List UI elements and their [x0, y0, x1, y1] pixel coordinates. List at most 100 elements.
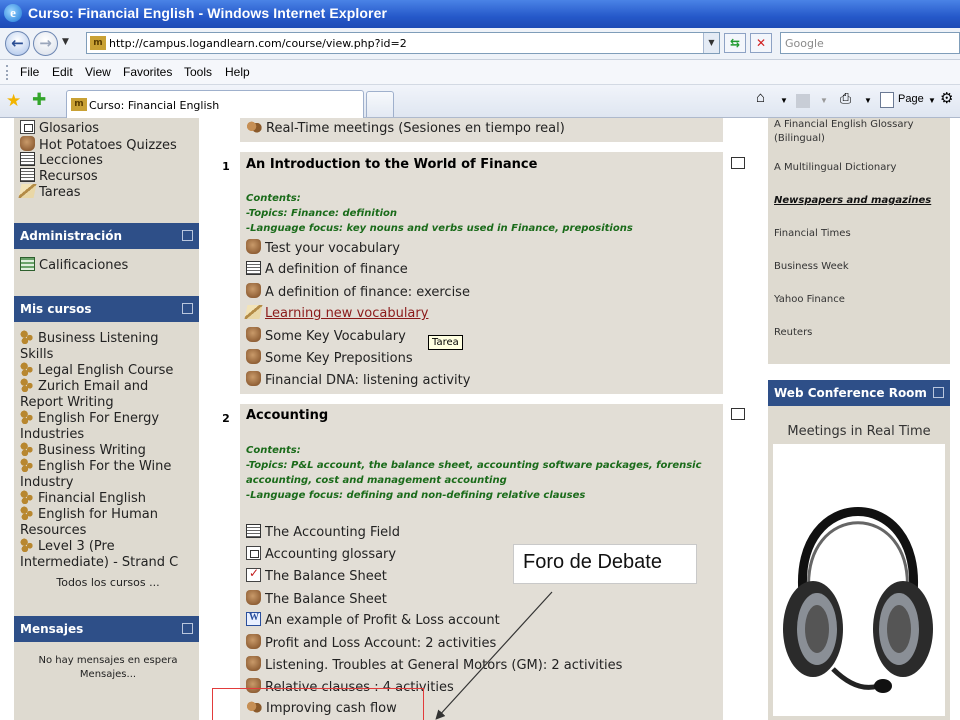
activity-item[interactable]: A definition of finance: exercise [246, 283, 470, 300]
course-item[interactable]: English for Human Resources [20, 506, 196, 539]
course-item[interactable]: Business Writing [20, 442, 196, 459]
activity-type-glosarios[interactable]: Glosarios [20, 120, 196, 137]
activity-label: Learning new vocabulary [265, 306, 429, 321]
activity-item[interactable]: Some Key Prepositions [246, 349, 413, 366]
print-dropdown-icon[interactable]: ▼ [864, 96, 872, 105]
menu-help[interactable]: Help [225, 65, 250, 79]
menu-favorites[interactable]: Favorites [123, 65, 172, 79]
toolbar-grip[interactable] [6, 65, 9, 80]
tab-title: Curso: Financial English [89, 99, 220, 112]
section-1-right-cell [723, 152, 755, 404]
headset-illustration [783, 507, 933, 693]
hotpot-icon [246, 656, 261, 671]
menu-file[interactable]: File [20, 65, 39, 79]
history-dropdown-icon[interactable]: ▼ [62, 37, 69, 47]
collapse-icon[interactable] [933, 387, 944, 398]
address-dropdown-icon[interactable]: ▼ [703, 33, 719, 53]
activity-type-label: Lecciones [39, 153, 103, 168]
collapse-icon[interactable] [182, 303, 193, 314]
meeting-label[interactable]: Meetings in Real Time [768, 424, 950, 439]
course-label: Zurich Email and [38, 379, 149, 394]
forward-button[interactable]: → [33, 31, 58, 56]
headset-image[interactable] [773, 444, 945, 716]
activity-item[interactable]: An example of Profit & Loss account [246, 612, 500, 628]
activity-item[interactable]: The Balance Sheet [246, 566, 387, 584]
activity-item[interactable]: Test your vocabulary [246, 239, 400, 256]
course-label-cont: Skills [20, 347, 54, 362]
feeds-icon[interactable] [796, 94, 810, 108]
admin-item-calificaciones[interactable]: Calificaciones [20, 257, 196, 274]
activity-item[interactable]: Financial DNA: listening activity [246, 371, 470, 388]
link-yahoo-finance[interactable]: Yahoo Finance [774, 293, 946, 307]
activity-label: The Balance Sheet [265, 569, 387, 584]
add-favorite-icon[interactable]: ✚ [32, 90, 46, 110]
forum-callout: Foro de Debate [513, 544, 697, 584]
course-icon [20, 506, 34, 520]
course-item[interactable]: Legal English Course [20, 362, 196, 379]
search-box[interactable] [780, 32, 960, 54]
activity-label: Accounting glossary [265, 547, 397, 562]
favorites-star-icon[interactable]: ★ [6, 91, 21, 111]
search-input[interactable] [785, 34, 955, 52]
window-titlebar: e Curso: Financial English - Windows Int… [0, 0, 960, 28]
activity-label: A definition of finance [265, 262, 408, 277]
course-item[interactable]: Financial English [20, 490, 196, 507]
feeds-dropdown-icon[interactable]: ▼ [820, 96, 828, 105]
hotpot-icon [20, 136, 35, 151]
activity-type-lecciones[interactable]: Lecciones [20, 152, 196, 169]
activity-item[interactable]: The Accounting Field [246, 524, 400, 540]
activity-item[interactable]: Some Key Vocabulary [246, 327, 406, 344]
description-line: -Topics: P&L account, the balance sheet,… [246, 460, 702, 471]
all-courses-link[interactable]: Todos los cursos ... [20, 575, 196, 591]
menu-bar: File Edit View Favorites Tools Help [0, 60, 960, 85]
collapse-icon[interactable] [182, 230, 193, 241]
address-bar[interactable]: m http://campus.logandlearn.com/course/v… [86, 32, 720, 54]
description-line: -Topics: Finance: definition [246, 208, 398, 219]
new-tab-button[interactable] [366, 91, 394, 117]
document-icon [20, 168, 35, 182]
back-button[interactable]: ← [5, 31, 30, 56]
activity-item[interactable]: Accounting glossary [246, 546, 396, 562]
course-label-cont: Report Writing [20, 395, 114, 410]
course-item[interactable]: English For Energy Industries [20, 410, 196, 443]
activity-item-link[interactable]: Learning new vocabulary [244, 305, 429, 321]
course-item[interactable]: English For the Wine Industry [20, 458, 196, 491]
home-dropdown-icon[interactable]: ▼ [780, 96, 788, 105]
activity-realtime-meetings[interactable]: Real-Time meetings (Sesiones en tiempo r… [246, 120, 565, 136]
link-financial-glossary[interactable]: A Financial English Glossary (Bilingual) [774, 118, 946, 146]
home-icon[interactable]: ⌂ [756, 89, 765, 106]
course-item[interactable]: Business Listening Skills [20, 330, 196, 363]
conference-block-title: Web Conference Room [774, 386, 927, 400]
course-item[interactable]: Level 3 (Pre Intermediate) - Strand C [20, 538, 196, 571]
activity-item[interactable]: The Balance Sheet [246, 590, 387, 607]
page-menu-button[interactable]: Page [898, 93, 924, 105]
address-url[interactable]: http://campus.logandlearn.com/course/vie… [109, 37, 407, 50]
menu-edit[interactable]: Edit [52, 65, 73, 79]
activity-item[interactable]: A definition of finance [246, 261, 408, 277]
activity-type-recursos[interactable]: Recursos [20, 168, 196, 185]
assignment-icon [244, 305, 263, 319]
link-financial-times[interactable]: Financial Times [774, 227, 946, 241]
link-business-week[interactable]: Business Week [774, 260, 946, 274]
document-icon [246, 524, 261, 538]
course-item[interactable]: Zurich Email and Report Writing [20, 378, 196, 411]
link-multilingual-dictionary[interactable]: A Multilingual Dictionary [774, 161, 946, 175]
collapse-icon[interactable] [182, 623, 193, 634]
activity-item[interactable]: Profit and Loss Account: 2 activities [246, 634, 496, 651]
activity-item[interactable]: Listening. Troubles at General Motors (G… [246, 656, 622, 673]
section-2-highlight-checkbox[interactable] [731, 408, 745, 420]
section-1-highlight-checkbox[interactable] [731, 157, 745, 169]
link-newspapers[interactable]: Newspapers and magazines [774, 194, 946, 208]
tab-favicon-icon: m [71, 98, 87, 111]
tools-gear-icon[interactable]: ⚙ [940, 89, 953, 107]
print-icon[interactable]: ⎙ [840, 90, 851, 107]
menu-tools[interactable]: Tools [184, 65, 212, 79]
page-dropdown-icon[interactable]: ▼ [928, 96, 936, 105]
menu-view[interactable]: View [85, 65, 111, 79]
refresh-button[interactable]: ⇆ [724, 33, 746, 53]
activity-type-tareas[interactable]: Tareas [18, 184, 196, 201]
stop-button[interactable]: ✕ [750, 33, 772, 53]
link-reuters[interactable]: Reuters [774, 326, 946, 340]
tab-current[interactable]: m Curso: Financial English [66, 90, 364, 118]
messages-link[interactable]: Mensajes... [20, 667, 196, 683]
